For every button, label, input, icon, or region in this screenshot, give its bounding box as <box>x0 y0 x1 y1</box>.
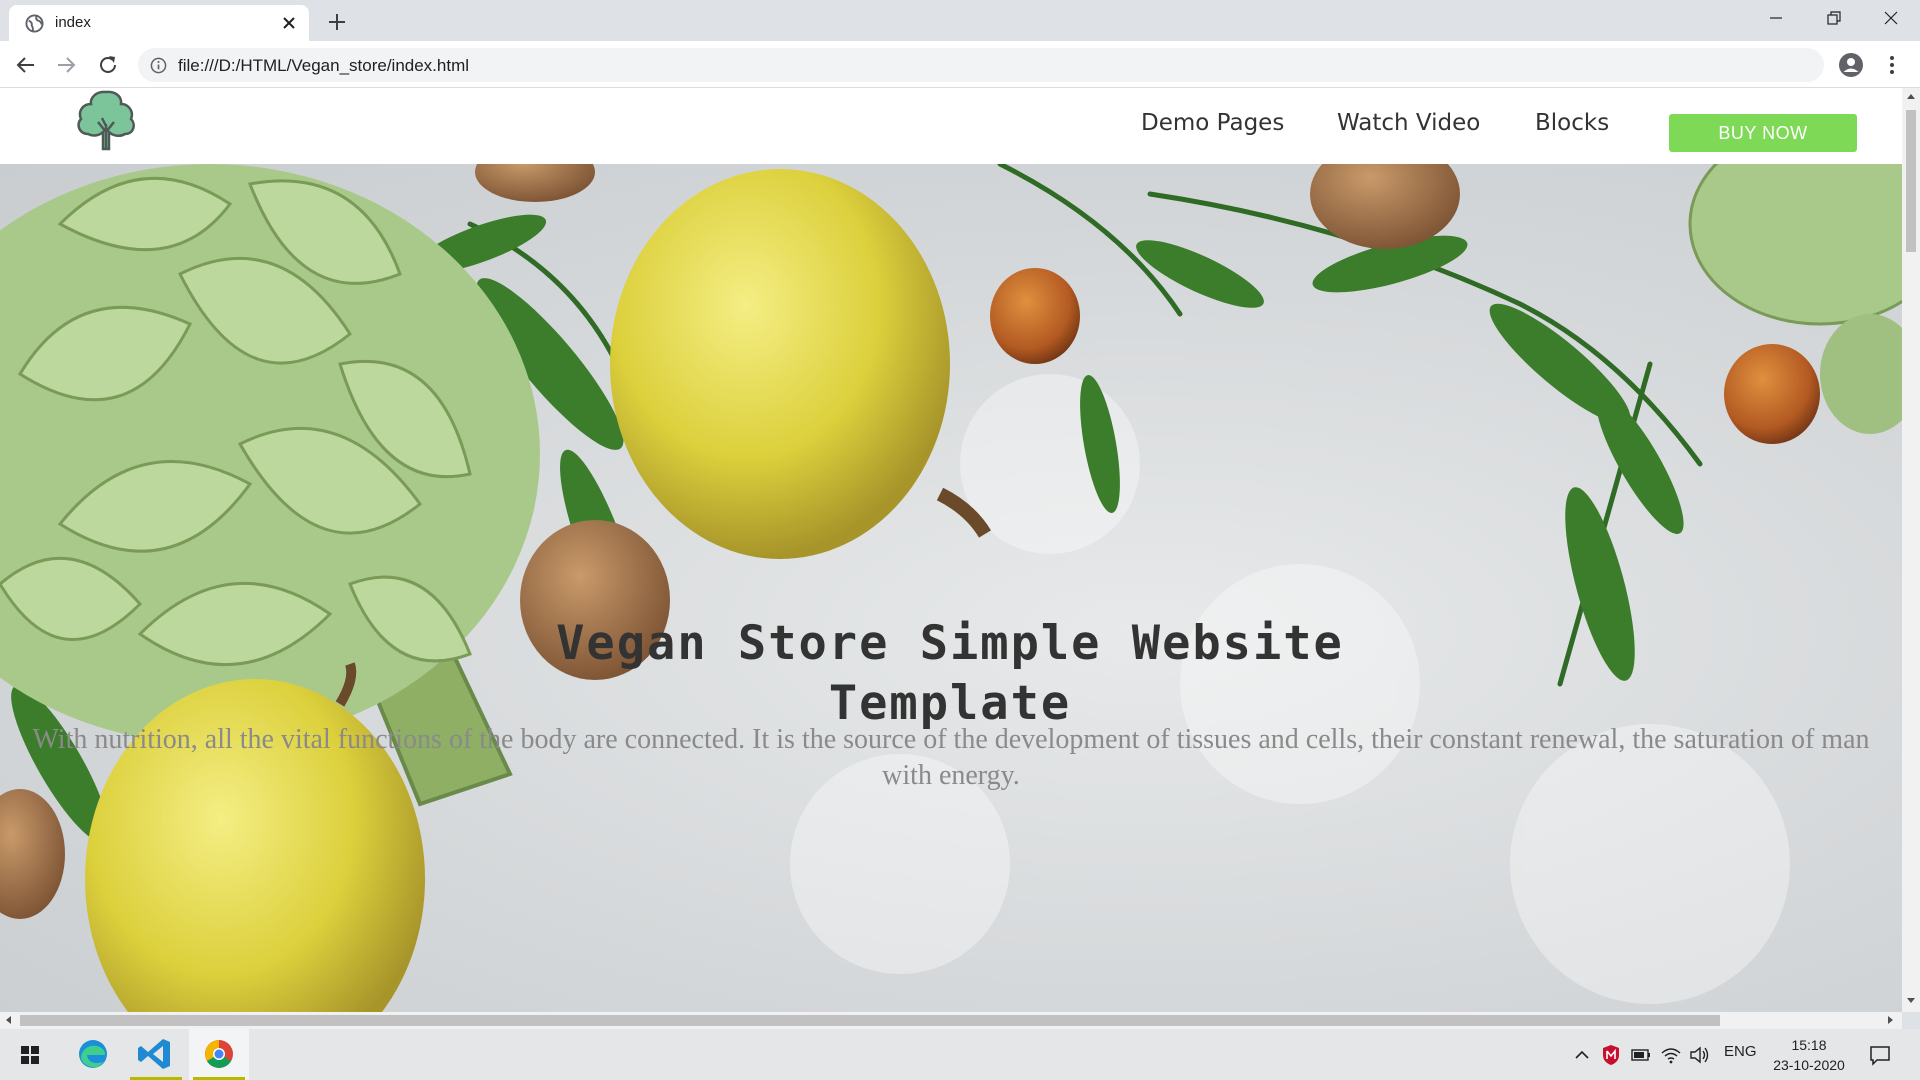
nav-watch-video[interactable]: Watch Video <box>1337 110 1480 136</box>
hero-background-image <box>0 164 1902 1012</box>
chevron-up-icon[interactable] <box>1572 1045 1592 1065</box>
windows-taskbar: ENG 15:18 23-10-2020 <box>0 1029 1920 1080</box>
page-viewport: Demo Pages Watch Video Blocks BUY NOW Ve… <box>0 88 1902 1012</box>
horizontal-scroll-thumb[interactable] <box>20 1015 1720 1026</box>
tab-strip: index <box>0 0 1920 41</box>
minimize-icon <box>1770 17 1782 19</box>
hero-section: Vegan Store Simple Website Template With… <box>0 164 1902 1012</box>
system-clock[interactable]: 15:18 23-10-2020 <box>1766 1035 1852 1075</box>
browser-toolbar: file:///D:/HTML/Vegan_store/index.html <box>0 41 1920 88</box>
restore-button[interactable] <box>1805 0 1863 36</box>
new-tab-icon[interactable] <box>325 10 349 34</box>
info-icon[interactable] <box>150 57 167 74</box>
tree-logo-icon[interactable] <box>72 88 140 154</box>
close-window-button[interactable] <box>1862 0 1920 36</box>
clock-time: 15:18 <box>1791 1037 1827 1053</box>
speaker-icon[interactable] <box>1689 1045 1711 1065</box>
restore-icon <box>1827 11 1841 25</box>
globe-icon <box>25 14 44 33</box>
edge-icon <box>79 1040 107 1068</box>
url-text: file:///D:/HTML/Vegan_store/index.html <box>178 56 470 75</box>
site-header: Demo Pages Watch Video Blocks BUY NOW <box>0 88 1902 164</box>
mcafee-shield-icon[interactable] <box>1601 1044 1621 1066</box>
profile-icon[interactable] <box>1838 52 1864 78</box>
minimize-button[interactable] <box>1747 0 1805 36</box>
hero-title: Vegan Store Simple Website Template <box>556 616 1344 731</box>
vertical-scrollbar[interactable] <box>1902 88 1920 1012</box>
language-indicator[interactable]: ENG <box>1724 1043 1757 1060</box>
notification-icon[interactable] <box>1868 1043 1892 1067</box>
close-icon <box>1884 11 1898 25</box>
hero-subtitle: With nutrition, all the vital functions … <box>32 724 1870 791</box>
wifi-icon[interactable] <box>1660 1045 1682 1065</box>
back-arrow-icon[interactable] <box>13 52 39 78</box>
nav-demo-pages[interactable]: Demo Pages <box>1141 110 1284 136</box>
chrome-icon <box>205 1040 233 1068</box>
scroll-right-icon[interactable] <box>1888 1016 1893 1024</box>
vscode-icon <box>138 1039 170 1069</box>
taskbar-vscode[interactable] <box>126 1029 186 1080</box>
close-tab-icon[interactable] <box>279 13 299 33</box>
vertical-scroll-thumb[interactable] <box>1906 110 1916 252</box>
horizontal-scrollbar[interactable] <box>0 1012 1902 1029</box>
browser-tab[interactable]: index <box>9 5 309 41</box>
nav-blocks[interactable]: Blocks <box>1535 110 1609 136</box>
forward-arrow-icon[interactable] <box>53 52 79 78</box>
address-bar[interactable]: file:///D:/HTML/Vegan_store/index.html <box>138 48 1824 82</box>
clock-date: 23-10-2020 <box>1773 1057 1845 1073</box>
start-button[interactable] <box>0 1029 60 1080</box>
taskbar-edge[interactable] <box>63 1029 123 1080</box>
scroll-left-icon[interactable] <box>6 1016 11 1024</box>
tab-title: index <box>55 14 91 31</box>
scroll-down-icon[interactable] <box>1907 998 1915 1003</box>
buy-now-button[interactable]: BUY NOW <box>1669 114 1857 152</box>
more-menu-icon[interactable] <box>1882 52 1902 78</box>
battery-icon[interactable] <box>1630 1047 1652 1063</box>
windows-logo-icon <box>21 1046 39 1064</box>
reload-icon[interactable] <box>95 52 121 78</box>
taskbar-chrome[interactable] <box>189 1029 249 1080</box>
scroll-up-icon[interactable] <box>1907 94 1915 99</box>
